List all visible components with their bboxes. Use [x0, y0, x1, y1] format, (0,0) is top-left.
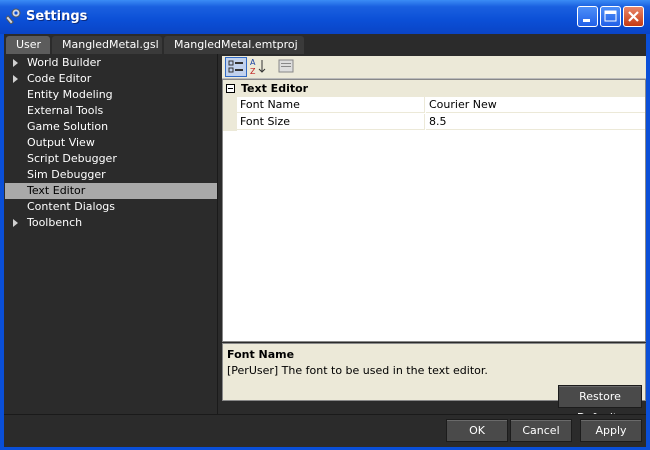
svg-text:Z: Z	[250, 67, 256, 75]
title-bar[interactable]: Settings	[0, 0, 650, 34]
property-row[interactable]: Font Size 8.5	[223, 114, 645, 131]
ok-button[interactable]: OK	[446, 419, 508, 442]
tab-mangledmetal-emtproj[interactable]: MangledMetal.emtproj	[164, 36, 304, 54]
close-icon	[628, 11, 639, 22]
property-grid-toolbar: A Z	[222, 56, 646, 79]
wrench-icon	[5, 8, 22, 25]
close-button[interactable]	[623, 6, 644, 27]
property-grid: Text Editor Font Name Courier New Font S…	[222, 79, 646, 342]
tree-item-script-debugger[interactable]: Script Debugger	[5, 151, 217, 167]
tree-item-toolbench[interactable]: Toolbench	[5, 215, 217, 231]
description-title: Font Name	[227, 348, 295, 361]
tab-mangledmetal-gsl[interactable]: MangledMetal.gsl	[52, 36, 162, 54]
minimize-button[interactable]	[577, 6, 598, 27]
tree-item-output-view[interactable]: Output View	[5, 135, 217, 151]
window-title: Settings	[26, 9, 88, 24]
description-text: [PerUser] The font to be used in the tex…	[227, 364, 488, 377]
category-row[interactable]: Text Editor	[223, 80, 645, 97]
expand-arrow-icon[interactable]	[13, 59, 18, 67]
tree-item-content-dialogs[interactable]: Content Dialogs	[5, 199, 217, 215]
maximize-button[interactable]	[600, 6, 621, 27]
property-value[interactable]: 8.5	[426, 114, 645, 130]
alphabetical-button[interactable]: A Z	[248, 57, 270, 77]
svg-text:A: A	[250, 58, 256, 67]
tab-user[interactable]: User	[6, 36, 50, 54]
tree-item-code-editor[interactable]: Code Editor	[5, 71, 217, 87]
settings-window: Settings User MangledMetal.gsl MangledMe…	[0, 0, 650, 450]
expand-arrow-icon[interactable]	[13, 75, 18, 83]
tree-item-sim-debugger[interactable]: Sim Debugger	[5, 167, 217, 183]
categorized-icon	[228, 60, 243, 73]
tree-item-external-tools[interactable]: External Tools	[5, 103, 217, 119]
categorized-button[interactable]	[225, 57, 247, 77]
restore-defaults-button[interactable]: Restore Defaults	[558, 385, 642, 424]
property-pages-icon	[278, 59, 294, 73]
sort-az-icon: A Z	[250, 58, 266, 76]
apply-button[interactable]: Apply	[580, 419, 642, 442]
tree-item-text-editor[interactable]: Text Editor	[5, 183, 217, 199]
tree-item-entity-modeling[interactable]: Entity Modeling	[5, 87, 217, 103]
expand-arrow-icon[interactable]	[13, 219, 18, 227]
property-pane: A Z Text Editor Font Name Courier New Fo…	[220, 54, 646, 414]
cancel-button[interactable]: Cancel	[510, 419, 572, 442]
maximize-icon	[604, 10, 617, 22]
property-name: Font Name	[237, 97, 425, 113]
scope-tabs: User MangledMetal.gsl MangledMetal.emtpr…	[4, 34, 646, 54]
settings-category-tree: World Builder Code Editor Entity Modelin…	[5, 54, 218, 414]
property-pages-button[interactable]	[276, 57, 298, 77]
property-value[interactable]: Courier New	[426, 97, 645, 113]
minimize-icon	[583, 19, 590, 22]
tree-item-world-builder[interactable]: World Builder	[5, 55, 217, 71]
property-name: Font Size	[237, 114, 425, 130]
collapse-icon[interactable]	[226, 84, 235, 93]
dialog-body: User MangledMetal.gsl MangledMetal.emtpr…	[4, 34, 646, 447]
tree-item-game-solution[interactable]: Game Solution	[5, 119, 217, 135]
property-row[interactable]: Font Name Courier New	[223, 97, 645, 114]
